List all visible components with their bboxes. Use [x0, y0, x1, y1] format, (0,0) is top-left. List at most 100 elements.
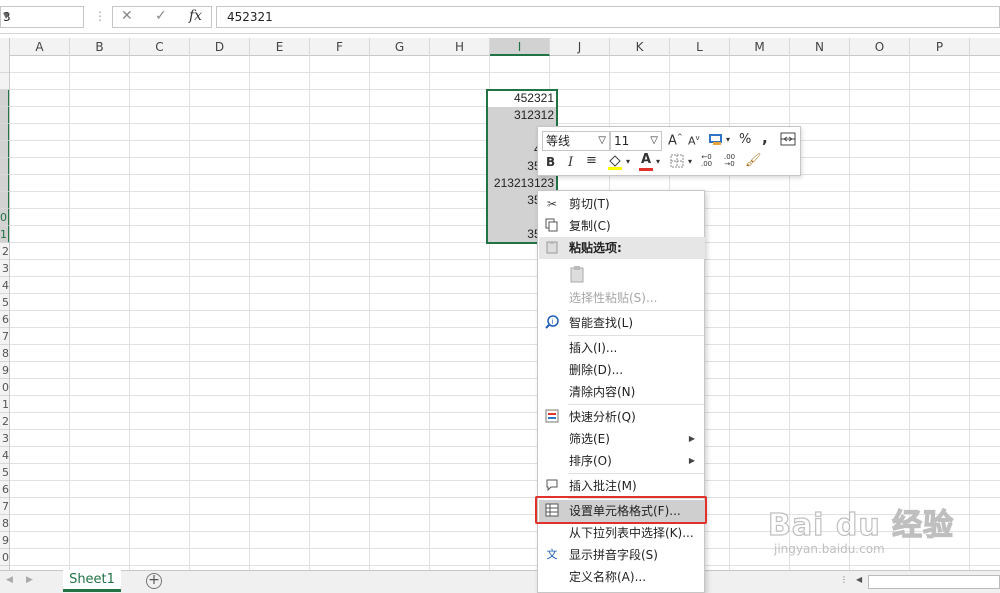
row-header[interactable]: 9 [0, 362, 9, 379]
format-painter-icon[interactable]: 🖌 [745, 153, 762, 168]
row-header[interactable]: 2 [0, 413, 9, 430]
menu-item-paste-special[interactable]: 选择性粘贴(S)... [539, 287, 705, 309]
row-header[interactable] [0, 192, 9, 209]
menu-item-insert[interactable]: 插入(I)... [539, 337, 705, 359]
menu-item-label: 删除(D)... [569, 363, 624, 377]
column-header-h[interactable]: H [430, 38, 490, 56]
italic-icon[interactable]: I [568, 155, 573, 170]
column-header-j[interactable]: J [550, 38, 610, 56]
menu-item-show-phonetic[interactable]: 文 显示拼音字段(S) [539, 544, 705, 566]
row-header[interactable] [0, 107, 9, 124]
row-header[interactable] [0, 90, 9, 107]
row-header[interactable] [0, 141, 9, 158]
row-header[interactable] [0, 73, 9, 90]
row-header[interactable]: 8 [0, 515, 9, 532]
paste-option-button[interactable] [539, 259, 705, 287]
chevron-down-icon[interactable]: ▼ [3, 11, 79, 20]
menu-item-delete[interactable]: 删除(D)... [539, 359, 705, 381]
scroll-right-icon[interactable]: ▶ [26, 575, 33, 585]
row-header[interactable] [0, 175, 9, 192]
menu-item-pick-from-list[interactable]: 从下拉列表中选择(K)... [539, 522, 705, 544]
comma-style-icon[interactable]: , [762, 129, 768, 147]
column-header-o[interactable]: O [850, 38, 910, 56]
check-icon[interactable]: ✓ [155, 8, 167, 24]
sheet-tab-sheet1[interactable]: Sheet1 [63, 570, 121, 592]
cell-I3[interactable]: 452321 [487, 90, 554, 107]
row-header[interactable]: 7 [0, 498, 9, 515]
column-header-f[interactable]: F [310, 38, 370, 56]
borders-icon[interactable] [670, 154, 684, 168]
row-header[interactable]: 6 [0, 311, 9, 328]
close-icon[interactable]: ✕ [121, 8, 133, 24]
menu-item-copy[interactable]: 复制(C) [539, 215, 705, 237]
row-header[interactable]: 0 [0, 209, 9, 226]
menu-item-quick-analysis[interactable]: 快速分析(Q) [539, 406, 705, 428]
font-size-select[interactable]: 11 ▽ [610, 131, 662, 151]
menu-item-smart-lookup[interactable]: i 智能查找(L) [539, 312, 705, 334]
submenu-arrow-icon: ▶ [688, 434, 695, 443]
column-header-m[interactable]: M [730, 38, 790, 56]
horizontal-scrollbar[interactable] [868, 575, 1000, 589]
row-header[interactable]: 4 [0, 277, 9, 294]
column-header-e[interactable]: E [250, 38, 310, 56]
menu-item-sort[interactable]: 排序(O) ▶ [539, 450, 705, 472]
scroll-left-arrow-icon[interactable]: ◀ [856, 575, 862, 584]
chevron-down-icon[interactable]: ▾ [656, 157, 660, 166]
shrink-font-icon[interactable]: Av [688, 134, 700, 148]
font-color-icon[interactable]: A [638, 152, 654, 171]
row-header[interactable]: 1 [0, 226, 9, 243]
row-header[interactable]: 9 [0, 532, 9, 549]
row-header[interactable]: 3 [0, 260, 9, 277]
merge-center-icon[interactable] [780, 131, 796, 147]
insert-function-icon[interactable]: fx [189, 8, 202, 24]
menu-item-define-name[interactable]: 定义名称(A)... [539, 566, 705, 588]
column-header-d[interactable]: D [190, 38, 250, 56]
column-header-i[interactable]: I [490, 38, 550, 56]
menu-item-clear-contents[interactable]: 清除内容(N) [539, 381, 705, 403]
menu-item-cut[interactable]: ✂ 剪切(T) [539, 193, 705, 215]
column-header-a[interactable]: A [10, 38, 70, 56]
menu-item-insert-comment[interactable]: 插入批注(M) [539, 475, 705, 497]
format-accounting-icon[interactable] [708, 131, 724, 147]
percent-style-icon[interactable]: % [739, 132, 751, 147]
row-header[interactable] [0, 158, 9, 175]
column-header-c[interactable]: C [130, 38, 190, 56]
row-header[interactable] [0, 124, 9, 141]
menu-item-filter[interactable]: 筛选(E) ▶ [539, 428, 705, 450]
column-header-n[interactable]: N [790, 38, 850, 56]
row-header[interactable]: 0 [0, 379, 9, 396]
row-header[interactable]: 5 [0, 464, 9, 481]
row-header[interactable]: 0 [0, 549, 9, 566]
chevron-down-icon[interactable]: ▾ [626, 157, 630, 166]
row-header[interactable]: 3 [0, 430, 9, 447]
increase-decimal-icon[interactable]: ←0.00 [701, 154, 712, 168]
add-sheet-button[interactable]: + [146, 573, 162, 589]
font-name-select[interactable]: 等线 ▽ [542, 131, 610, 151]
formula-input[interactable]: 452321 [216, 6, 1000, 28]
decrease-decimal-icon[interactable]: .00 →0 [724, 154, 735, 168]
column-header-l[interactable]: L [670, 38, 730, 56]
row-header[interactable]: 5 [0, 294, 9, 311]
row-header[interactable] [0, 56, 9, 73]
row-header[interactable]: 1 [0, 396, 9, 413]
row-header[interactable]: 2 [0, 243, 9, 260]
split-handle-icon[interactable]: ⋮ [840, 575, 848, 584]
name-box[interactable]: 3 ▼ [0, 6, 84, 28]
column-header-k[interactable]: K [610, 38, 670, 56]
grow-font-icon[interactable]: A^ [668, 133, 683, 148]
column-header-b[interactable]: B [70, 38, 130, 56]
row-header[interactable]: 4 [0, 447, 9, 464]
fill-color-icon[interactable] [606, 153, 624, 171]
column-header-p[interactable]: P [910, 38, 970, 56]
row-header[interactable]: 7 [0, 328, 9, 345]
row-header[interactable]: 8 [0, 345, 9, 362]
bold-icon[interactable]: B [546, 155, 555, 169]
chevron-down-icon[interactable]: ▾ [688, 157, 692, 166]
chevron-down-icon[interactable]: ▾ [726, 135, 730, 144]
select-all-corner[interactable] [0, 38, 10, 56]
align-center-icon[interactable]: ≡ [586, 153, 597, 168]
scroll-left-icon[interactable]: ◀ [6, 575, 13, 585]
row-header[interactable]: 6 [0, 481, 9, 498]
cell-I4[interactable]: 312312 [487, 107, 554, 124]
column-header-g[interactable]: G [370, 38, 430, 56]
